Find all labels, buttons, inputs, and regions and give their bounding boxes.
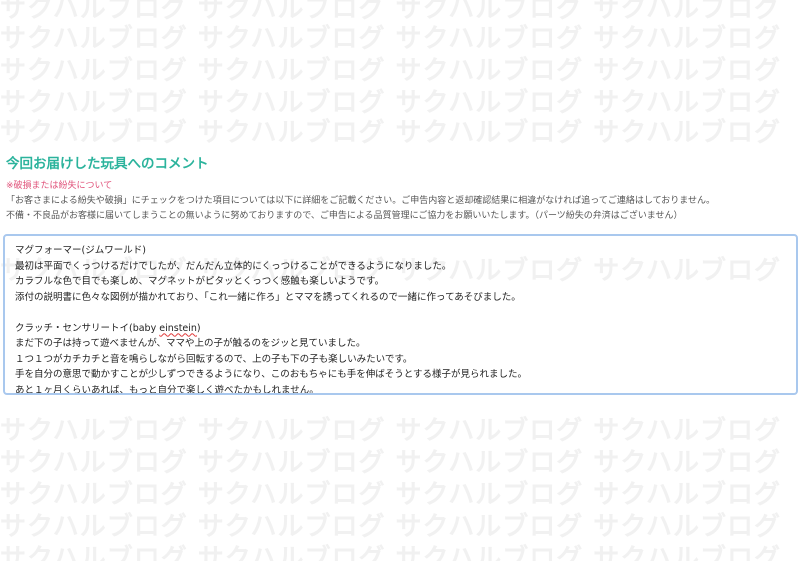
comment-textarea[interactable]: マグフォーマー(ジムワールド) 最初は平面でくっつけるだけでしたが、だんだん立体… (3, 234, 798, 395)
comment-line: 最初は平面でくっつけるだけでしたが、だんだん立体的にくっつけることができるように… (15, 260, 452, 272)
comment-line: まだ下の子は持って遊べませんが、ママや上の子が触るのをジッと見ていました。 (15, 338, 366, 349)
damage-loss-note-heading: ※破損または紛失について (6, 181, 113, 191)
spellcheck-marked-word: einstein (159, 322, 197, 334)
comment-line: 手を自分の意思で動かすことが少しずつできるようになり、このおもちゃにも手を伸ばそ… (15, 369, 527, 380)
item-title-prefix: クラッチ・センサリートイ(baby (15, 322, 160, 334)
quality-control-note-text: 不備・不良品がお客様に届いてしまうことの無いように努めておりますので、ご申告によ… (6, 211, 683, 221)
damage-loss-note-text: 「お客さまによる紛失や破損」にチェックをつけた項目については以下に詳細をご記載く… (6, 196, 716, 206)
comment-line: あと１ヶ月くらいあれば、もっと自分で楽しく遊べたかもしれません。 (15, 384, 319, 395)
comment-text-content: マグフォーマー(ジムワールド) 最初は平面でくっつけるだけでしたが、だんだん立体… (15, 243, 790, 395)
section-title: 今回お届けした玩具へのコメント (6, 156, 209, 172)
comment-line: カラフルな色で目でも楽しめ、マグネットがピタッとくっつく感触も楽しいようです。 (15, 276, 385, 287)
comment-line: １つ１つがカチカチと音を鳴らしながら回転するので、上の子も下の子も楽しいみたいで… (15, 353, 413, 365)
comment-line: 添付の説明書に色々な図例が描かれており、「これ一緒に作ろ」とママを誘ってくれるの… (15, 291, 521, 303)
item-title-suffix: ) (196, 322, 201, 334)
comment-item-title: マグフォーマー(ジムワールド) (15, 245, 146, 256)
comment-item-title: クラッチ・センサリートイ(baby einstein) (15, 321, 790, 337)
comment-form: 今回お届けした玩具へのコメント ※破損または紛失について 「お客さまによる紛失や… (0, 0, 800, 561)
